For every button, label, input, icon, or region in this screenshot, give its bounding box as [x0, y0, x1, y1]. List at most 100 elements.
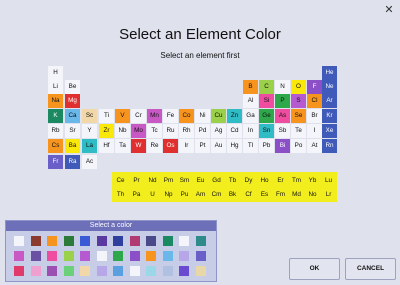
- element-cu[interactable]: Cu: [211, 109, 226, 123]
- element-os[interactable]: Os: [163, 139, 178, 153]
- element-pa[interactable]: Pa: [129, 188, 144, 202]
- element-mg[interactable]: Mg: [65, 94, 80, 108]
- color-swatch[interactable]: [96, 266, 107, 276]
- element-tc[interactable]: Tc: [147, 124, 162, 138]
- color-swatch[interactable]: [146, 266, 156, 276]
- element-se[interactable]: Se: [291, 109, 306, 123]
- element-br[interactable]: Br: [307, 109, 322, 123]
- color-swatch[interactable]: [80, 236, 90, 246]
- color-swatch[interactable]: [63, 236, 74, 246]
- element-np[interactable]: Np: [161, 188, 176, 202]
- element-md[interactable]: Md: [289, 188, 304, 202]
- element-tl[interactable]: Tl: [243, 139, 258, 153]
- element-rb[interactable]: Rb: [48, 124, 63, 138]
- element-eu[interactable]: Eu: [193, 174, 208, 188]
- element-h[interactable]: H: [48, 66, 63, 80]
- color-swatch[interactable]: [179, 236, 189, 246]
- element-cs[interactable]: Cs: [48, 139, 63, 153]
- element-mo[interactable]: Mo: [131, 124, 146, 138]
- element-pu[interactable]: Pu: [177, 188, 192, 202]
- element-rn[interactable]: Rn: [322, 139, 337, 153]
- color-swatch[interactable]: [195, 251, 206, 261]
- element-gd[interactable]: Gd: [209, 174, 224, 188]
- element-be[interactable]: Be: [65, 80, 80, 94]
- element-dy[interactable]: Dy: [241, 174, 256, 188]
- element-cl[interactable]: Cl: [307, 94, 322, 108]
- color-swatch[interactable]: [30, 251, 41, 261]
- element-ge[interactable]: Ge: [259, 109, 274, 123]
- element-cf[interactable]: Cf: [241, 188, 256, 202]
- element-al[interactable]: Al: [243, 94, 258, 108]
- color-swatch[interactable]: [47, 266, 57, 276]
- element-te[interactable]: Te: [291, 124, 306, 138]
- element-sr[interactable]: Sr: [65, 124, 80, 138]
- color-swatch[interactable]: [195, 236, 206, 246]
- element-no[interactable]: No: [305, 188, 320, 202]
- element-cd[interactable]: Cd: [227, 124, 242, 138]
- element-as[interactable]: As: [275, 109, 290, 123]
- element-pd[interactable]: Pd: [195, 124, 210, 138]
- element-tm[interactable]: Tm: [289, 174, 304, 188]
- cancel-button[interactable]: CANCEL: [345, 258, 396, 280]
- element-li[interactable]: Li: [48, 80, 63, 94]
- color-swatch[interactable]: [14, 236, 24, 246]
- color-swatch[interactable]: [195, 266, 206, 276]
- element-rh[interactable]: Rh: [179, 124, 194, 138]
- element-ra[interactable]: Ra: [65, 155, 80, 169]
- element-f[interactable]: F: [307, 80, 322, 94]
- element-u[interactable]: U: [145, 188, 160, 202]
- element-bi[interactable]: Bi: [275, 139, 290, 153]
- ok-button[interactable]: OK: [289, 258, 340, 280]
- element-sn[interactable]: Sn: [259, 124, 274, 138]
- element-p[interactable]: P: [275, 94, 290, 108]
- color-swatch[interactable]: [162, 251, 173, 261]
- element-fr[interactable]: Fr: [48, 155, 63, 169]
- element-pt[interactable]: Pt: [195, 139, 210, 153]
- element-es[interactable]: Es: [257, 188, 272, 202]
- element-zr[interactable]: Zr: [99, 124, 114, 138]
- color-swatch[interactable]: [162, 266, 173, 276]
- element-b[interactable]: B: [243, 80, 258, 94]
- element-la[interactable]: La: [82, 139, 97, 153]
- element-lu[interactable]: Lu: [321, 174, 336, 188]
- element-sb[interactable]: Sb: [275, 124, 290, 138]
- element-he[interactable]: He: [322, 66, 337, 80]
- element-k[interactable]: K: [48, 109, 63, 123]
- element-hf[interactable]: Hf: [99, 139, 114, 153]
- element-pm[interactable]: Pm: [161, 174, 176, 188]
- element-pr[interactable]: Pr: [129, 174, 144, 188]
- color-swatch[interactable]: [63, 266, 74, 276]
- element-hg[interactable]: Hg: [227, 139, 242, 153]
- element-ar[interactable]: Ar: [322, 94, 337, 108]
- color-swatch[interactable]: [80, 251, 90, 261]
- element-si[interactable]: Si: [259, 94, 274, 108]
- element-o[interactable]: O: [291, 80, 306, 94]
- element-ho[interactable]: Ho: [257, 174, 272, 188]
- element-sc[interactable]: Sc: [82, 109, 97, 123]
- element-c[interactable]: C: [259, 80, 274, 94]
- element-ta[interactable]: Ta: [115, 139, 130, 153]
- element-ac[interactable]: Ac: [82, 155, 97, 169]
- element-at[interactable]: At: [307, 139, 322, 153]
- element-cm[interactable]: Cm: [209, 188, 224, 202]
- element-cr[interactable]: Cr: [131, 109, 146, 123]
- element-kr[interactable]: Kr: [322, 109, 337, 123]
- color-swatch[interactable]: [96, 236, 107, 246]
- element-w[interactable]: W: [131, 139, 146, 153]
- element-bk[interactable]: Bk: [225, 188, 240, 202]
- element-mn[interactable]: Mn: [147, 109, 162, 123]
- color-swatch[interactable]: [179, 266, 189, 276]
- color-swatch[interactable]: [162, 236, 173, 246]
- element-ca[interactable]: Ca: [65, 109, 80, 123]
- close-icon[interactable]: ✕: [383, 4, 395, 16]
- element-nd[interactable]: Nd: [145, 174, 160, 188]
- element-ga[interactable]: Ga: [243, 109, 258, 123]
- color-swatch[interactable]: [179, 251, 189, 261]
- element-sm[interactable]: Sm: [177, 174, 192, 188]
- element-ne[interactable]: Ne: [322, 80, 337, 94]
- element-xe[interactable]: Xe: [322, 124, 337, 138]
- element-er[interactable]: Er: [273, 174, 288, 188]
- color-swatch[interactable]: [14, 251, 24, 261]
- color-swatch[interactable]: [30, 236, 41, 246]
- element-in[interactable]: In: [243, 124, 258, 138]
